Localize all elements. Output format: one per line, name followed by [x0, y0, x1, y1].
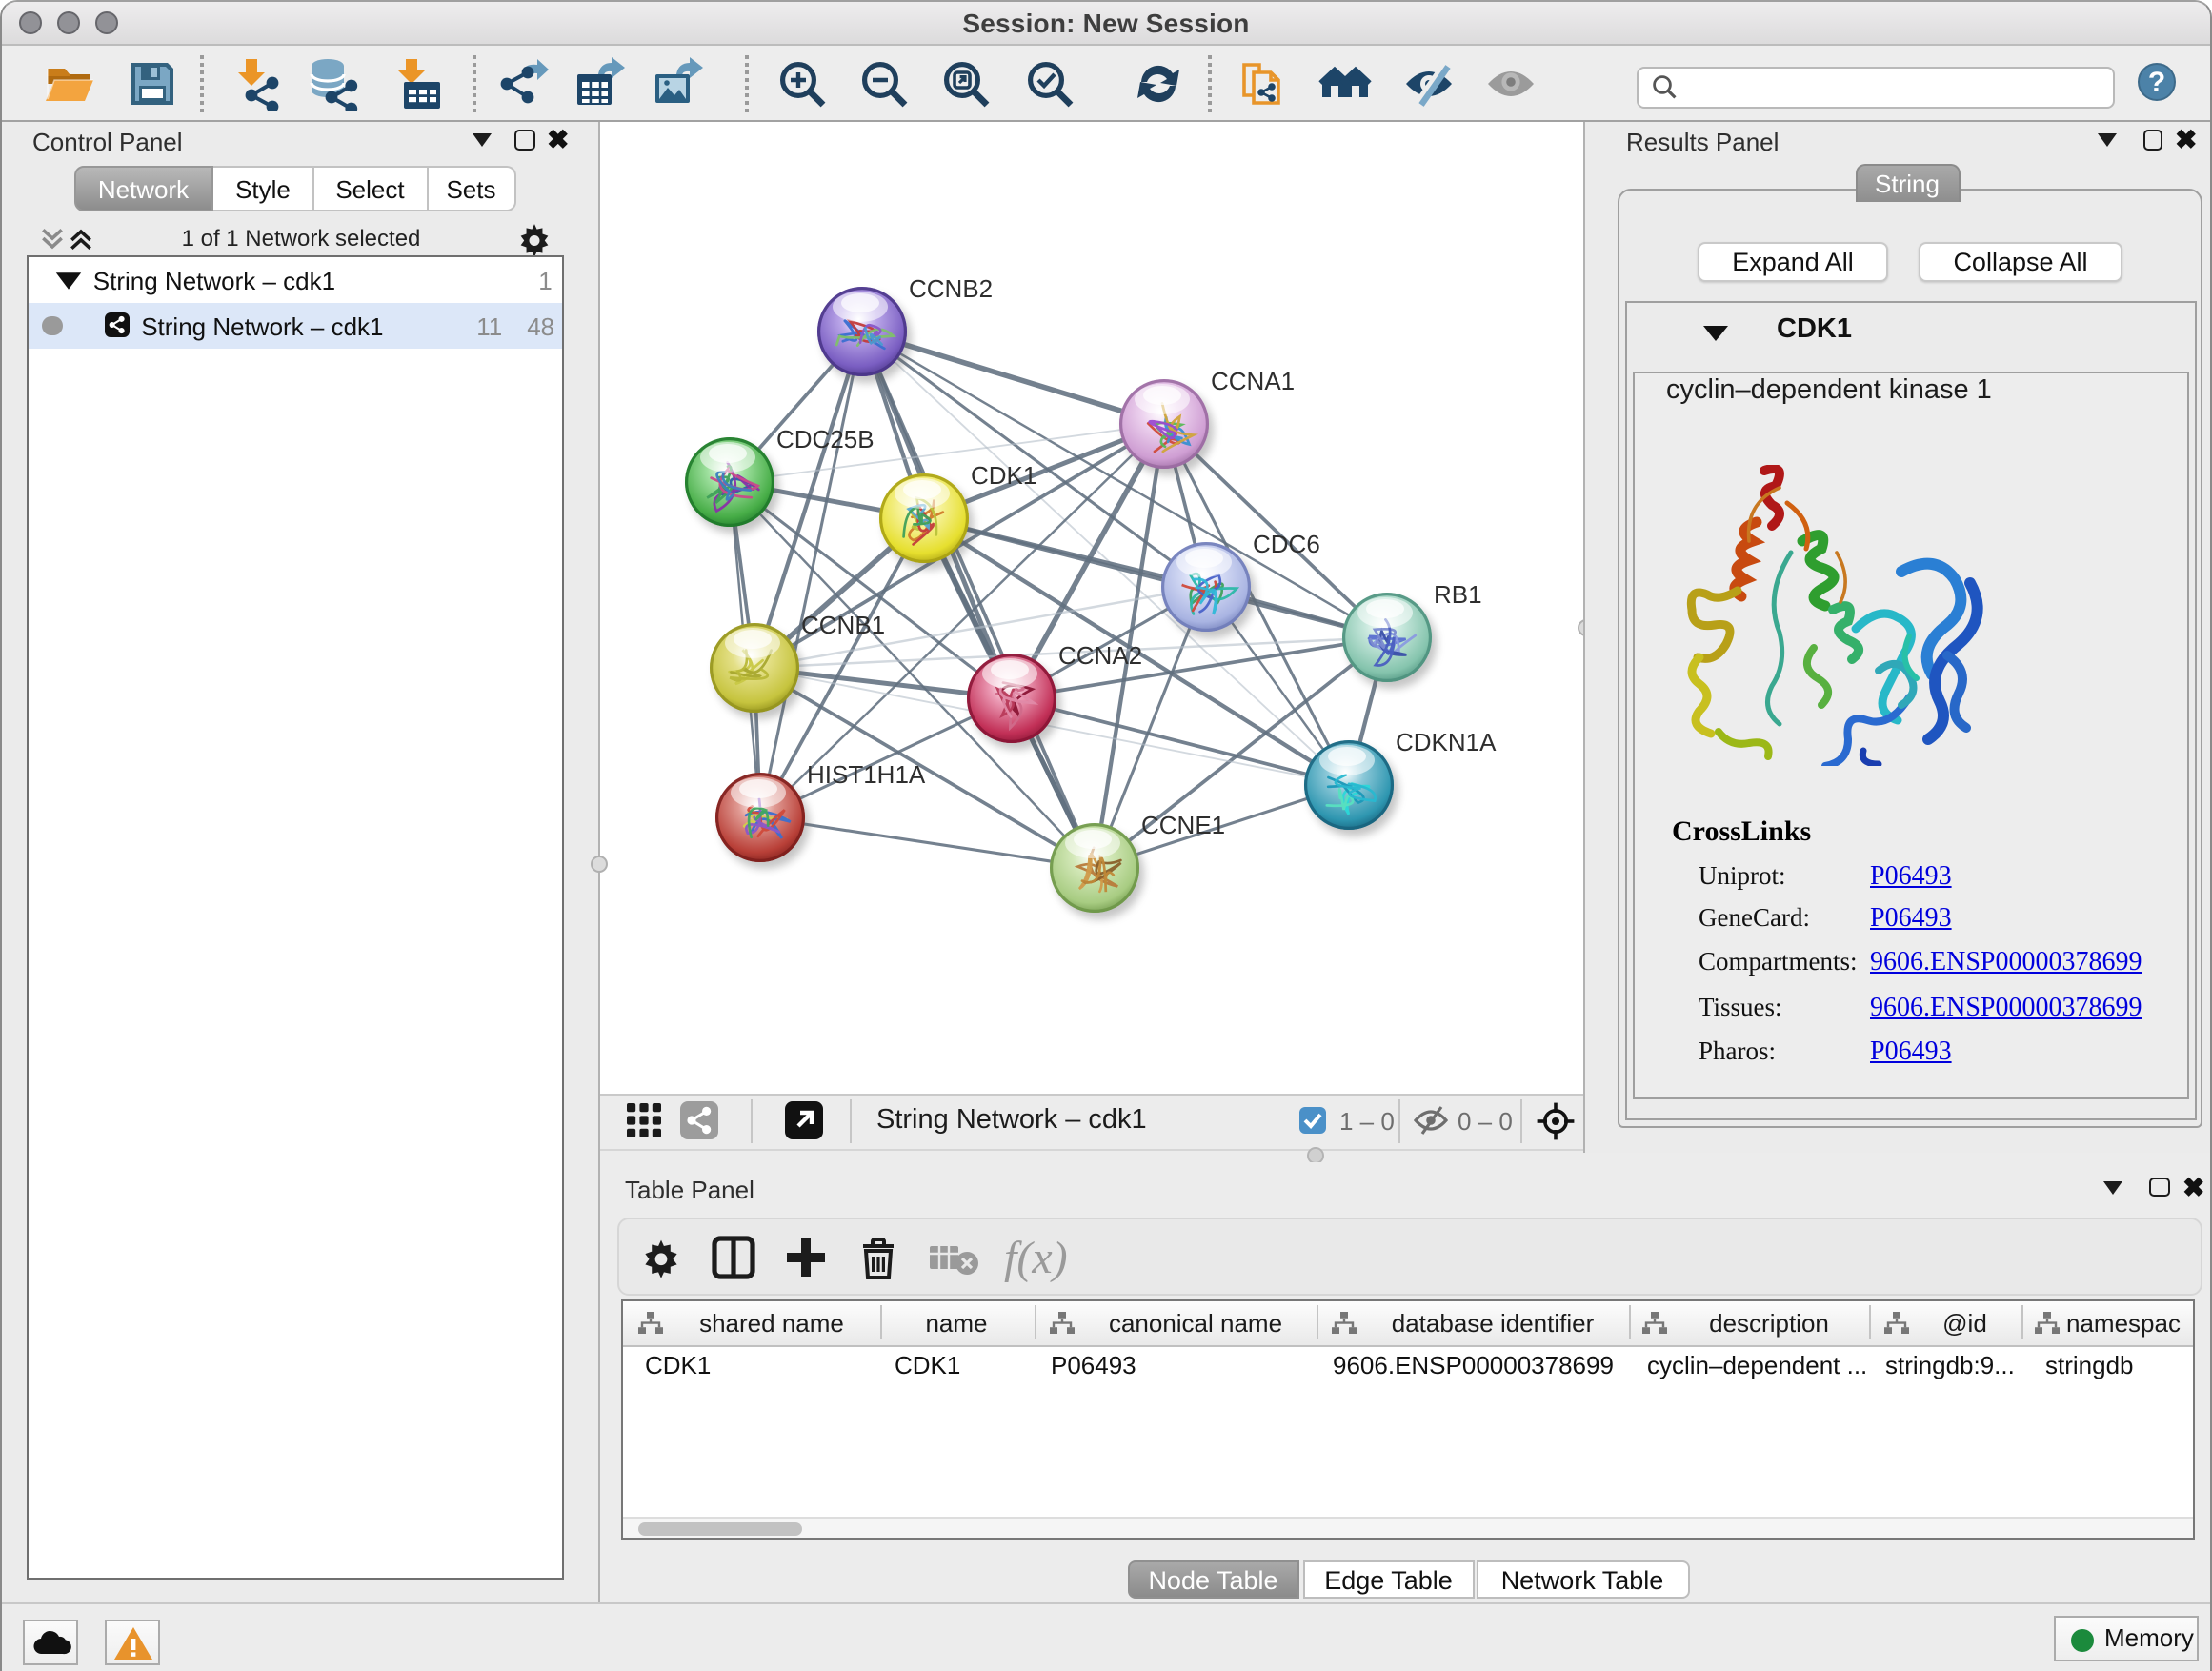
- svg-text:CCNA2: CCNA2: [1058, 641, 1142, 670]
- svg-text:CCNB2: CCNB2: [909, 274, 993, 303]
- svg-text:CDC6: CDC6: [1253, 530, 1320, 558]
- svg-text:CCNA1: CCNA1: [1211, 367, 1295, 395]
- svg-text:CCNB1: CCNB1: [801, 611, 885, 639]
- svg-text:CDC25B: CDC25B: [776, 425, 875, 453]
- svg-text:CCNE1: CCNE1: [1141, 811, 1225, 839]
- svg-text:CDK1: CDK1: [971, 461, 1036, 490]
- svg-text:HIST1H1A: HIST1H1A: [807, 760, 926, 789]
- svg-text:f(x): f(x): [1004, 1234, 1068, 1282]
- svg-text:RB1: RB1: [1434, 580, 1482, 609]
- svg-text:CDKN1A: CDKN1A: [1396, 728, 1497, 756]
